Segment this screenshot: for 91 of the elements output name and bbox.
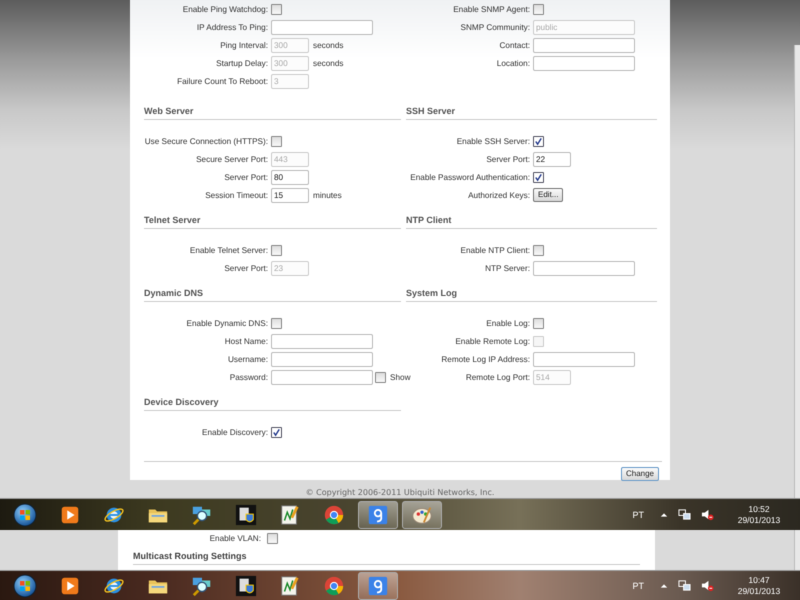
checkbox[interactable]: [271, 4, 282, 14]
field-label: Password:: [228, 372, 268, 382]
show-label: Show: [390, 372, 410, 382]
checkbox[interactable]: [533, 136, 544, 146]
field-label: Server Port:: [223, 172, 268, 182]
text-field[interactable]: 15: [271, 188, 309, 202]
field-label: Secure Server Port:: [195, 154, 268, 164]
taskbar-button[interactable]: [358, 500, 398, 528]
language-indicator[interactable]: PT: [632, 510, 644, 520]
field-label: Enable Password Authentication:: [409, 172, 530, 182]
text-field[interactable]: [533, 260, 635, 276]
section-heading: Web Server: [144, 104, 401, 120]
checkbox[interactable]: [533, 244, 544, 256]
section-heading: NTP Client: [406, 213, 657, 229]
checkbox[interactable]: [533, 172, 544, 182]
field-label: NTP Server:: [484, 264, 530, 272]
up-arrow-icon[interactable]: [660, 582, 668, 590]
field-label: Authorized Keys:: [467, 190, 530, 200]
text-field[interactable]: [271, 370, 373, 384]
edit-button[interactable]: Edit...: [533, 188, 564, 202]
change-button[interactable]: Change: [620, 467, 659, 481]
field-label: Contact:: [498, 40, 530, 50]
checkbox[interactable]: [271, 244, 282, 256]
checkbox[interactable]: [271, 318, 282, 328]
field-label: Failure Count To Reboot:: [176, 76, 268, 86]
field-label: Server Port:: [485, 154, 530, 164]
text-field[interactable]: [533, 38, 635, 52]
field-label: Startup Delay:: [215, 58, 268, 68]
field-label: Enable SSH Server:: [456, 136, 530, 146]
field-label: Ping Interval:: [219, 40, 268, 50]
unit-label: seconds: [313, 58, 344, 68]
field-label: Username:: [226, 354, 268, 364]
text-field[interactable]: [271, 20, 373, 34]
section-heading: Telnet Server: [144, 213, 401, 229]
network-icon[interactable]: [678, 579, 691, 592]
checkbox[interactable]: [271, 426, 282, 438]
checkbox[interactable]: [271, 136, 282, 146]
field-label: Enable Discovery:: [201, 428, 268, 436]
field-label: IP Address To Ping:: [196, 22, 268, 32]
field-label: Enable Log:: [485, 318, 530, 328]
text-field[interactable]: [533, 352, 635, 366]
unit-label: minutes: [313, 190, 342, 200]
text-field[interactable]: [271, 352, 373, 366]
tile-icon: [367, 504, 389, 526]
section-heading: Device Discovery: [144, 395, 401, 411]
checkbox[interactable]: [267, 532, 278, 544]
field-label: Enable Telnet Server:: [188, 246, 268, 254]
section-heading: Multicast Routing Settings: [133, 549, 640, 565]
section-heading: SSH Server: [406, 104, 657, 120]
clock-time[interactable]: 10:47: [748, 574, 770, 586]
clock-date[interactable]: 29/01/2013: [738, 514, 780, 526]
field-label: Enable Remote Log:: [454, 336, 530, 346]
checkbox[interactable]: [533, 318, 544, 328]
unit-label: seconds: [313, 40, 344, 50]
field-label: SNMP Community:: [460, 22, 530, 32]
checkbox[interactable]: [375, 372, 386, 382]
field-label: Enable VLAN:: [208, 534, 261, 542]
field-label: Enable NTP Client:: [460, 246, 530, 254]
color-wheel-icon: [323, 504, 345, 526]
color-wheel-icon: [323, 574, 345, 596]
network-icon[interactable]: [678, 508, 691, 521]
field-label: Server Port:: [223, 264, 268, 272]
field-label: Enable Dynamic DNS:: [186, 318, 268, 328]
notepad-icon: [279, 504, 301, 526]
clock-date[interactable]: 29/01/2013: [738, 586, 780, 596]
field-label: Session Timeout:: [204, 190, 268, 200]
field-label: Enable SNMP Agent:: [452, 4, 530, 14]
up-arrow-icon[interactable]: [660, 510, 668, 518]
field-label: Remote Log IP Address:: [440, 354, 530, 364]
checkbox[interactable]: [533, 4, 544, 14]
text-field[interactable]: 80: [271, 170, 309, 184]
tile-icon: [367, 574, 389, 596]
field-label: Location:: [496, 58, 530, 68]
shield-icon: [235, 574, 257, 596]
clock-time[interactable]: 10:52: [748, 504, 770, 514]
text-field[interactable]: [533, 56, 635, 70]
scrollbar[interactable]: [794, 530, 800, 570]
notepad-icon: [279, 574, 301, 596]
text-field[interactable]: [271, 334, 373, 348]
muted-speaker-icon[interactable]: [701, 579, 714, 592]
copyright-text: © Copyright 2006-2011 Ubiquiti Networks, Inc.: [304, 488, 496, 497]
muted-speaker-icon[interactable]: [701, 508, 714, 521]
scrollbar[interactable]: [794, 45, 800, 498]
field-label: Use Secure Connection (HTTPS):: [144, 136, 268, 146]
shield-icon: [235, 504, 257, 526]
field-label: Enable Ping Watchdog:: [182, 4, 268, 14]
text-field[interactable]: 22: [533, 152, 571, 166]
language-indicator[interactable]: PT: [632, 580, 644, 590]
section-heading: Dynamic DNS: [144, 286, 401, 302]
field-label: Host Name:: [224, 336, 268, 346]
section-heading: System Log: [406, 286, 657, 302]
